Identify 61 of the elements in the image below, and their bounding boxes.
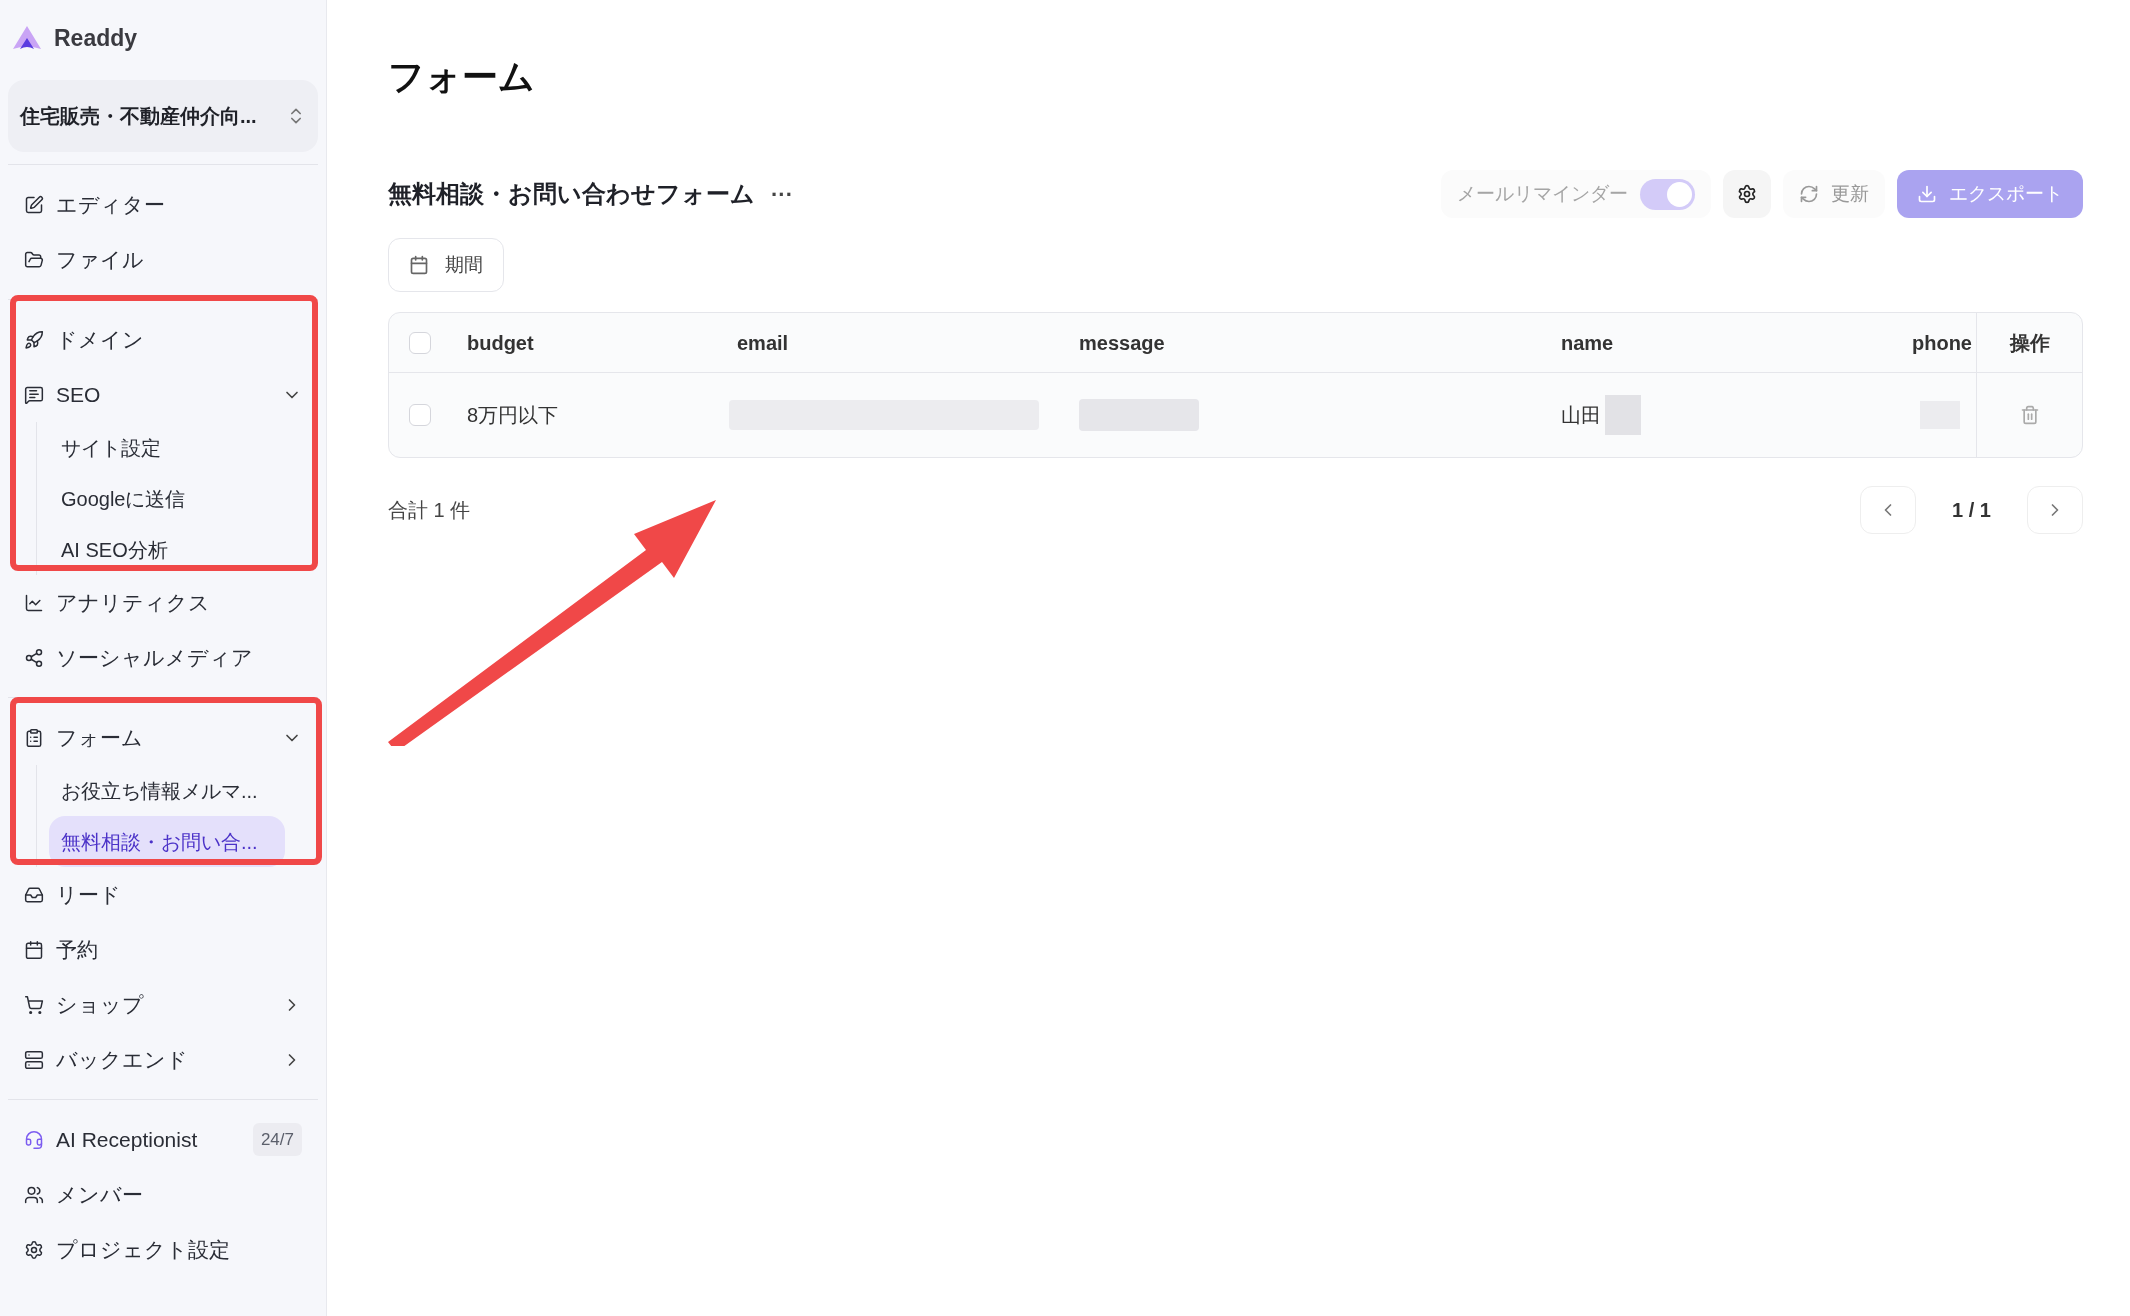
settings-icon	[24, 1239, 44, 1260]
sidebar-subitem[interactable]: サイト設定	[49, 422, 285, 473]
sidebar-item[interactable]: ショップ	[8, 977, 318, 1032]
sidebar-subitem[interactable]: Googleに送信	[49, 473, 285, 524]
page-title: フォーム	[388, 55, 535, 99]
rocket-icon	[24, 329, 44, 350]
sidebar-item[interactable]: ソーシャルメディア	[8, 630, 318, 685]
column-header: name	[1561, 331, 1614, 354]
table-cell-text: 山田	[1561, 403, 1601, 428]
users-icon	[24, 1184, 44, 1205]
line-chart-icon	[24, 592, 44, 613]
sidebar-item[interactable]: エディター	[8, 177, 318, 232]
sidebar-item[interactable]: SEO	[8, 367, 318, 422]
availability-badge: 24/7	[252, 1122, 302, 1157]
pencil-square-icon	[24, 194, 44, 215]
column-header: budget	[467, 331, 534, 354]
column-header: 操作	[2009, 330, 2050, 356]
refresh-icon	[1799, 184, 1819, 204]
sidebar-item[interactable]: ファイル	[8, 232, 318, 287]
server-icon	[24, 1049, 44, 1070]
calendar-icon	[24, 939, 44, 960]
sidebar-item[interactable]: ドメイン	[8, 312, 318, 367]
folder-icon	[24, 249, 44, 270]
next-page-button[interactable]	[2027, 486, 2083, 534]
gear-icon	[1737, 184, 1757, 204]
column-header: email	[737, 331, 789, 354]
column-header: phone	[1912, 330, 1972, 356]
download-icon	[1917, 184, 1937, 204]
form-title: 無料相談・お問い合わせフォーム	[388, 179, 755, 209]
headset-icon	[24, 1129, 44, 1150]
share-icon	[24, 647, 44, 668]
clipboard-icon	[24, 727, 44, 748]
period-button[interactable]: 期間	[388, 238, 504, 292]
select-all-checkbox[interactable]	[409, 331, 431, 354]
page-indicator: 1 / 1	[1951, 498, 1992, 523]
trash-icon[interactable]	[2019, 405, 2040, 425]
total-count: 合計 1 件	[388, 498, 471, 523]
logo-text: Readdy	[54, 23, 138, 53]
sidebar-subitem[interactable]: お役立ち情報メルマ...	[49, 765, 285, 816]
table-cell-text: 8万円以下	[467, 403, 560, 428]
reminder-label: メールリマインダー	[1457, 181, 1628, 206]
sidebar-item[interactable]: プロジェクト設定	[8, 1222, 318, 1277]
sidebar-item[interactable]: メンバー	[8, 1167, 318, 1222]
sidebar-item[interactable]: アナリティクス	[8, 575, 318, 630]
sidebar-item[interactable]: AI Receptionist 24/7	[8, 1112, 318, 1167]
settings-button[interactable]	[1723, 170, 1771, 218]
sidebar-item[interactable]: リード	[8, 867, 318, 922]
cart-icon	[24, 994, 44, 1015]
sidebar-item[interactable]: バックエンド	[8, 1032, 318, 1087]
row-checkbox[interactable]	[409, 404, 431, 426]
column-header: message	[1079, 331, 1165, 354]
sidebar-subitem[interactable]: AI SEO分析	[49, 524, 285, 575]
more-button[interactable]: ···	[771, 177, 793, 211]
redacted-block	[1605, 395, 1641, 435]
logo-icon	[12, 25, 42, 51]
previous-page-button[interactable]	[1860, 486, 1917, 534]
calendar-icon	[409, 255, 429, 275]
reminder-toggle[interactable]	[1640, 178, 1695, 210]
project-selector[interactable]: 住宅販売・不動産仲介向...	[8, 80, 318, 152]
sidebar-item[interactable]: フォーム	[8, 710, 318, 765]
sidebar-item[interactable]: 予約	[8, 922, 318, 977]
